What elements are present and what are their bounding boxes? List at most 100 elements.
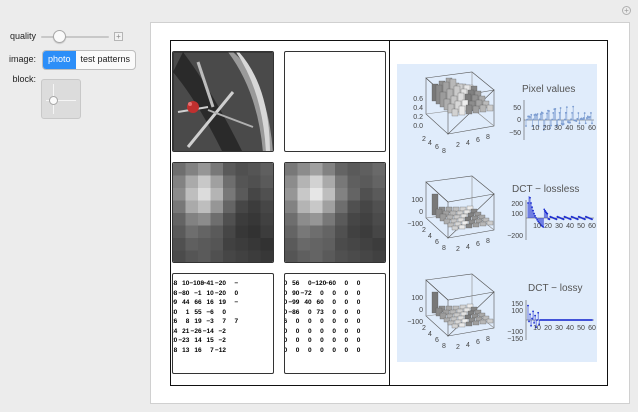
reconstructed-pixel-svg <box>285 163 385 262</box>
matrix-cell: 0 <box>356 337 361 344</box>
photo-block-image <box>172 51 274 152</box>
xtick-label: 20 <box>544 325 552 332</box>
stem-point <box>529 196 531 199</box>
pixel-cell <box>310 213 323 226</box>
stem-point <box>526 118 528 121</box>
bar-3d <box>479 319 487 325</box>
pixel-cell <box>223 175 236 189</box>
pixel-cell <box>322 188 336 201</box>
stem-point <box>548 110 550 112</box>
pixel-cell <box>210 238 224 251</box>
matrix-cell: −99 <box>288 299 300 306</box>
pixel-cell <box>235 225 249 239</box>
p1-xtick-0: 2 <box>422 136 426 143</box>
matrix-cell: 15 <box>206 337 214 344</box>
image-option-test-patterns[interactable]: test patterns <box>76 51 136 69</box>
matrix-cell: 0 <box>332 337 336 344</box>
pixel-cell <box>223 238 236 251</box>
original-pixel-block <box>172 162 274 263</box>
image-selector[interactable]: photo test patterns <box>42 50 137 70</box>
block-pad-knob[interactable] <box>49 96 58 105</box>
p3-2d-xticks: 10 20 30 40 50 60 <box>533 325 596 332</box>
p1-ytick-0: 2 <box>456 142 460 149</box>
matrix-cell: 10 <box>206 289 214 297</box>
quantized-coefficients-matrix: 0560−120−6000090−7200000−9940600000−8607… <box>285 279 361 355</box>
pixel-cell <box>360 238 373 251</box>
matrix-cell: −2 <box>218 337 226 344</box>
dct-lossless-2d-plot: 200 100 −200 10 20 30 40 50 60 <box>507 196 596 240</box>
stem-point <box>541 112 544 115</box>
bar-3d <box>458 322 466 328</box>
pixel-cell <box>248 250 261 262</box>
pixel-cell <box>335 238 348 251</box>
pixel-cell <box>260 225 273 239</box>
matrix-cell: 55 <box>194 308 202 316</box>
options-plus-icon[interactable]: + <box>622 6 631 15</box>
pixel-cell <box>235 250 249 262</box>
quality-slider-track[interactable] <box>41 36 109 38</box>
matrix-cell: − <box>234 299 239 306</box>
stem-point <box>576 117 579 120</box>
matrix-cell: 0 <box>344 327 349 335</box>
matrix-row: 0−86073000 <box>285 308 361 318</box>
p1-ytick-2: 6 <box>476 137 480 144</box>
quality-slider-thumb[interactable] <box>53 30 66 43</box>
matrix-cell: 0 <box>344 346 349 354</box>
matrix-cell: 0 <box>307 346 312 354</box>
matrix-cell: −20 <box>214 289 226 297</box>
matrix-cell: 16 <box>206 299 214 306</box>
expand-plus-icon[interactable]: + <box>114 32 123 41</box>
matrix-cell: 0 <box>295 327 300 335</box>
block-locator-pad[interactable] <box>41 79 81 119</box>
pixel-cell <box>235 188 249 201</box>
image-option-photo[interactable]: photo <box>43 51 76 69</box>
xtick-label: 60 <box>588 125 596 132</box>
stem-point <box>577 112 580 114</box>
xtick-label: 30 <box>555 325 563 332</box>
stem-point <box>538 118 541 121</box>
stem-point <box>539 113 542 115</box>
matrix-cell: 7 <box>210 346 214 354</box>
matrix-cell: 10 <box>182 280 190 287</box>
matrix-cell: 21 <box>182 327 190 335</box>
pixel-cell <box>360 225 373 239</box>
matrix-cell: 0 <box>307 327 312 335</box>
pixel-cell <box>260 213 273 226</box>
pixel-cell <box>198 188 211 201</box>
matrix-cell: 0 <box>356 308 361 316</box>
pixel-cell <box>310 225 323 239</box>
p3-ztick-1: 0 <box>419 307 423 314</box>
matrix-cell: 0 <box>295 346 300 354</box>
pixel-cell <box>372 250 385 262</box>
pixel-cell <box>198 163 211 176</box>
p3-xtick-1: 4 <box>428 331 432 338</box>
p2-ytick-2: 6 <box>476 241 480 248</box>
stem-point <box>565 106 568 109</box>
pixel-cell <box>185 175 199 189</box>
pixel-cell <box>322 238 336 251</box>
pixel-cell <box>260 163 273 176</box>
xtick-label: 10 <box>533 223 541 230</box>
matrix-cell: 0 <box>332 308 336 316</box>
matrix-row: 10944661619− <box>173 298 239 308</box>
pixel-cell <box>297 225 311 239</box>
matrix-cell: 0 <box>307 280 312 287</box>
dct-lossless-title: DCT − lossless <box>512 184 580 195</box>
stem-point <box>562 218 565 221</box>
pixel-cell <box>335 188 348 201</box>
matrix-cell <box>226 327 238 337</box>
matrix-cell: −80 <box>178 289 190 297</box>
matrix-cell: −1 <box>194 289 202 297</box>
bar-3d <box>486 104 494 112</box>
matrix-row: 0000000 <box>285 336 361 346</box>
matrix-row: 0000000 <box>285 327 360 337</box>
pixel-cell <box>285 238 298 251</box>
stem-point <box>558 111 561 114</box>
pixel-cell <box>260 175 273 189</box>
matrix-cell: 0 <box>320 327 324 335</box>
stem-point <box>548 218 551 221</box>
quantized-matrix-box: 0560−120−6000090−7200000−9940600000−8607… <box>284 273 386 374</box>
dct-lossy-title: DCT − lossy <box>528 283 583 294</box>
stem-point <box>528 320 530 323</box>
pixel-cell <box>372 163 385 176</box>
